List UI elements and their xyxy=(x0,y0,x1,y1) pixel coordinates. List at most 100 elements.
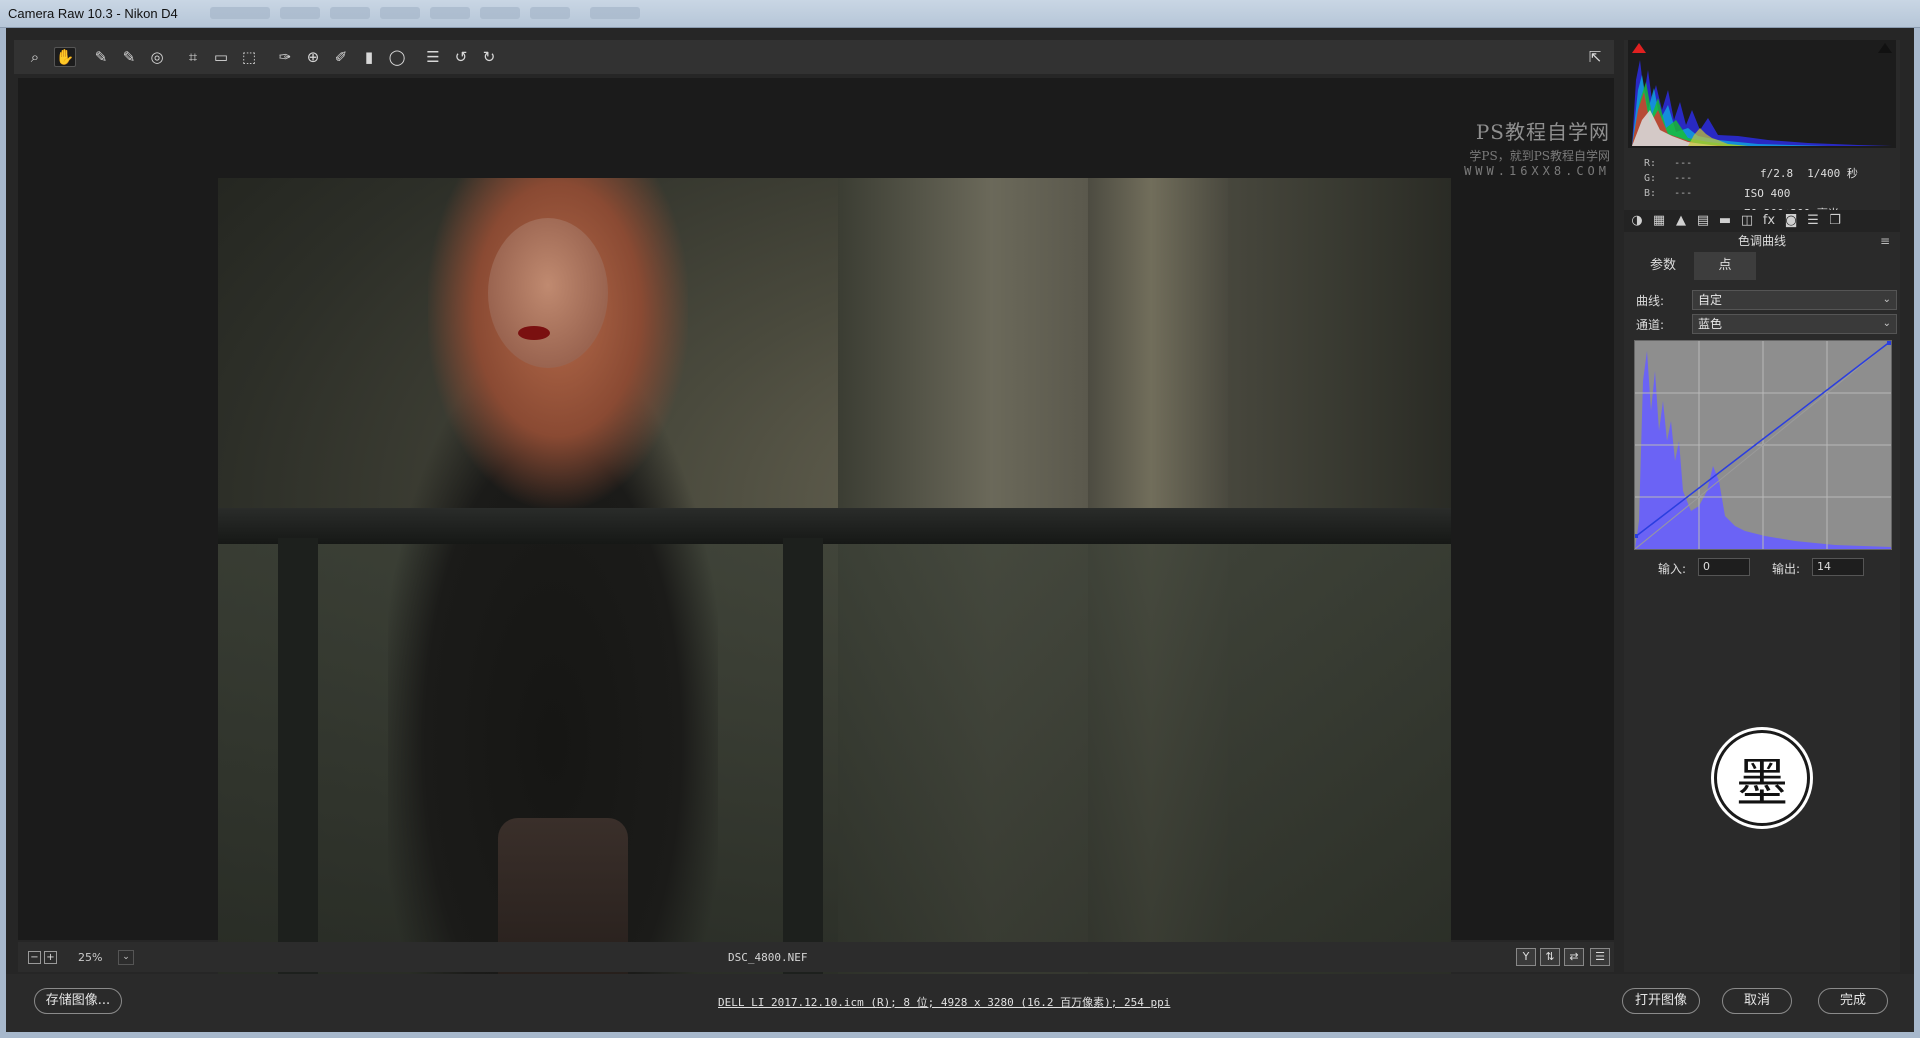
curve-subtabs: 参数 点 xyxy=(1632,252,1894,280)
panel-title: 色调曲线 xyxy=(1737,234,1786,248)
panel-tab-strip: ◑ ▦ ▲ ▤ ▬ ◫ fx ◙ ☰ ❐ xyxy=(1624,210,1900,232)
tab-parametric[interactable]: 参数 xyxy=(1632,252,1694,280)
curve-point[interactable] xyxy=(1887,341,1891,345)
output-field: 输出: 14 xyxy=(1772,558,1864,577)
done-button[interactable]: 完成 xyxy=(1818,988,1888,1014)
swap-before-after-button[interactable]: ⇅ xyxy=(1540,948,1560,966)
lens-corrections-panel-tab-icon[interactable]: ◫ xyxy=(1738,213,1756,229)
tone-curve-graph[interactable] xyxy=(1634,340,1892,550)
workflow-options-link[interactable]: DELL LI 2017.12.10.icm (R); 8 位; 4928 x … xyxy=(718,994,1170,1010)
rotate-right-icon[interactable]: ↻ xyxy=(478,47,500,67)
blurred-menu-text xyxy=(330,7,370,19)
zoom-in-button[interactable]: + xyxy=(44,951,57,964)
radial-filter-icon[interactable]: ◯ xyxy=(386,47,408,67)
shadow-clipping-toggle[interactable] xyxy=(1632,43,1646,53)
input-label: 输入: xyxy=(1658,562,1687,576)
watermark: PS教程自学网 学PS，就到PS教程自学网 WWW.16XX8.COM xyxy=(1430,116,1610,178)
zoom-out-button[interactable]: − xyxy=(28,951,41,964)
save-image-button[interactable]: 存储图像... xyxy=(34,988,122,1014)
blurred-menu-text xyxy=(430,7,470,19)
image-canvas[interactable] xyxy=(18,78,1614,998)
g-label: G: xyxy=(1644,173,1657,184)
channel-select[interactable]: 蓝色 ⌄ xyxy=(1692,314,1897,334)
blurred-menu-text xyxy=(530,7,570,19)
tone-curve-panel-tab-icon[interactable]: ▦ xyxy=(1650,213,1668,229)
color-sampler-icon[interactable]: ✎ xyxy=(118,47,140,67)
filename: DSC_4800.NEF xyxy=(728,951,808,964)
copy-current-settings-button[interactable]: ⇄ xyxy=(1564,948,1584,966)
input-value[interactable]: 0 xyxy=(1698,558,1750,576)
targeted-adjustment-icon[interactable]: ◎ xyxy=(146,47,168,67)
zoom-dropdown[interactable]: ⌄ xyxy=(118,950,134,965)
photo-post xyxy=(783,538,823,998)
watermark-title: PS教程自学网 xyxy=(1475,120,1610,144)
curve-label: 曲线: xyxy=(1636,294,1665,308)
curve-select[interactable]: 自定 ⌄ xyxy=(1692,290,1897,310)
curve-point[interactable] xyxy=(1634,534,1638,538)
red-eye-icon[interactable]: ⊕ xyxy=(302,47,324,67)
toolbar: ⌕ ✋ ✎ ✎ ◎ ⌗ ▭ ⬚ ✑ ⊕ ✐ ▮ ◯ ☰ ↺ ↻ ⇱ xyxy=(14,40,1614,74)
rotate-left-icon[interactable]: ↺ xyxy=(450,47,472,67)
basic-panel-tab-icon[interactable]: ◑ xyxy=(1628,213,1646,229)
photo-rail xyxy=(218,508,1451,544)
histogram-chart xyxy=(1632,60,1892,146)
preferences-icon[interactable]: ☰ xyxy=(422,47,444,67)
tab-point[interactable]: 点 xyxy=(1694,252,1756,280)
watermark-seal: 墨 xyxy=(1714,730,1810,826)
straighten-icon[interactable]: ▭ xyxy=(210,47,232,67)
hand-icon[interactable]: ✋ xyxy=(54,47,76,67)
curve-field: 曲线: 自定 ⌄ xyxy=(1636,290,1897,310)
panel-menu-icon[interactable]: ≡ xyxy=(1880,234,1890,248)
channel-field: 通道: 蓝色 ⌄ xyxy=(1636,314,1897,334)
blurred-menu-text xyxy=(380,7,420,19)
b-label: B: xyxy=(1644,188,1657,199)
zoom-level: 25% xyxy=(78,951,103,964)
tone-curve-svg[interactable] xyxy=(1634,340,1892,550)
watermark-url: WWW.16XX8.COM xyxy=(1464,164,1610,178)
photo-face xyxy=(488,218,608,368)
adjustment-brush-icon[interactable]: ✐ xyxy=(330,47,352,67)
crop-icon[interactable]: ⌗ xyxy=(182,47,204,67)
blurred-menu-text xyxy=(590,7,640,19)
aperture: f/2.8 xyxy=(1760,167,1794,180)
rgb-readout: R: --- G: --- B: --- xyxy=(1644,156,1692,201)
highlight-clipping-toggle[interactable] xyxy=(1878,43,1892,53)
open-image-button[interactable]: 打开图像 xyxy=(1622,988,1700,1014)
zoom-icon[interactable]: ⌕ xyxy=(24,47,46,67)
preview-photo[interactable] xyxy=(218,178,1451,998)
spot-removal-icon[interactable]: ✑ xyxy=(274,47,296,67)
detail-panel-tab-icon[interactable]: ▲ xyxy=(1672,213,1690,229)
hsl-panel-tab-icon[interactable]: ▤ xyxy=(1694,213,1712,229)
white-balance-icon[interactable]: ✎ xyxy=(90,47,112,67)
snapshots-panel-tab-icon[interactable]: ❐ xyxy=(1826,213,1844,229)
iso: ISO 400 xyxy=(1744,187,1791,200)
photo-lips xyxy=(518,326,550,340)
graduated-filter-icon[interactable]: ▮ xyxy=(358,47,380,67)
blurred-menu-text xyxy=(480,7,520,19)
right-panel: R: --- G: --- B: --- f/2.8 1/400 秒 ISO 40… xyxy=(1624,40,1900,972)
effects-panel-tab-icon[interactable]: fx xyxy=(1760,213,1778,229)
cancel-button[interactable]: 取消 xyxy=(1722,988,1792,1014)
calibration-panel-tab-icon[interactable]: ◙ xyxy=(1782,213,1800,229)
b-value: --- xyxy=(1674,188,1693,199)
watermark-subtitle: 学PS，就到PS教程自学网 xyxy=(1469,149,1610,163)
photo-post xyxy=(278,538,318,998)
r-label: R: xyxy=(1644,158,1657,169)
canvas-status-bar: − + 25% ⌄ DSC_4800.NEF Y ⇅ ⇄ ☰ xyxy=(18,942,1614,972)
channel-label: 通道: xyxy=(1636,318,1665,332)
transform-icon[interactable]: ⬚ xyxy=(238,47,260,67)
split-toning-panel-tab-icon[interactable]: ▬ xyxy=(1716,213,1734,229)
input-field: 输入: 0 xyxy=(1658,558,1750,577)
presets-panel-tab-icon[interactable]: ☰ xyxy=(1804,213,1822,229)
histogram xyxy=(1628,40,1896,148)
g-value: --- xyxy=(1674,173,1693,184)
curve-select-value: 自定 xyxy=(1698,293,1723,307)
output-value[interactable]: 14 xyxy=(1812,558,1864,576)
fullscreen-toggle-icon[interactable]: ⇱ xyxy=(1584,47,1606,67)
output-label: 输出: xyxy=(1772,562,1801,576)
chevron-down-icon: ⌄ xyxy=(1882,294,1891,305)
before-after-view-button[interactable]: Y xyxy=(1516,948,1536,966)
channel-select-value: 蓝色 xyxy=(1698,317,1723,331)
blurred-menu-text xyxy=(280,7,320,19)
toggle-settings-button[interactable]: ☰ xyxy=(1590,948,1610,966)
